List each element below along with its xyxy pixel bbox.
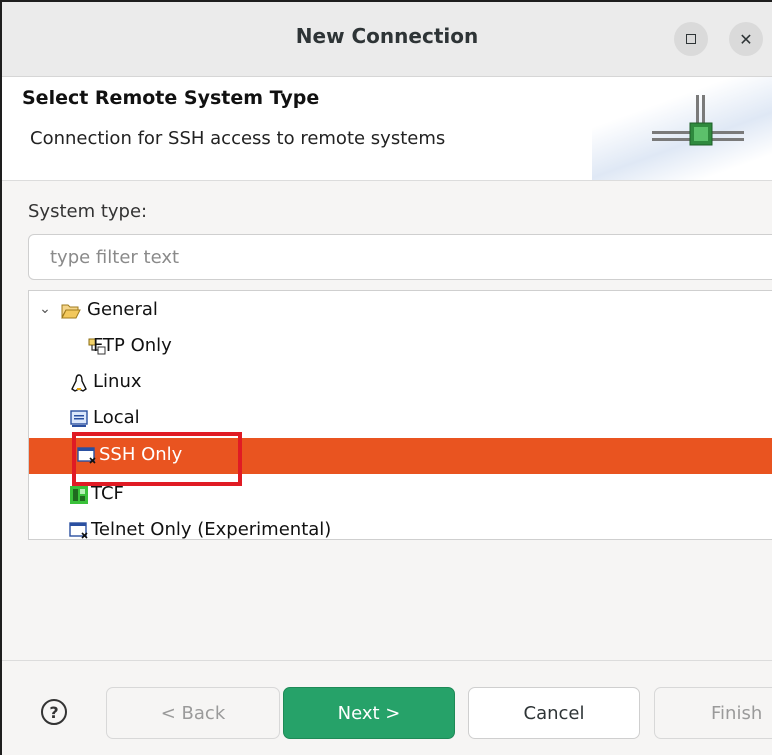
close-button[interactable]: ✕ <box>729 22 763 56</box>
tree-item-label: Local <box>93 407 140 428</box>
telnet-icon <box>69 522 88 539</box>
tree-item-label: SSH Only <box>99 444 183 465</box>
finish-button[interactable]: Finish <box>654 687 772 739</box>
tree-item-ftp-only[interactable]: FTP Only <box>29 329 772 365</box>
linux-icon <box>71 374 87 392</box>
cancel-button[interactable]: Cancel <box>468 687 640 739</box>
system-type-label: System type: <box>28 201 148 222</box>
chevron-down-icon[interactable]: ⌄ <box>37 301 53 317</box>
new-connection-dialog: New Connection ✕ Select Remote System Ty… <box>0 0 772 755</box>
back-button[interactable]: < Back <box>106 687 280 739</box>
folder-open-icon <box>61 304 81 319</box>
window-title: New Connection <box>295 24 479 48</box>
ssh-icon <box>77 447 96 464</box>
tcf-icon <box>70 486 88 504</box>
tree-item-label: Linux <box>93 371 142 392</box>
tree-item-telnet-only[interactable]: Telnet Only (Experimental) <box>29 513 772 540</box>
banner-description: Connection for SSH access to remote syst… <box>30 128 446 149</box>
system-type-tree[interactable]: ⌄ General FTP Only Linux Local SSH Only … <box>28 290 772 540</box>
wizard-banner: Select Remote System Type Connection for… <box>2 77 772 181</box>
maximize-icon <box>686 34 696 44</box>
tree-group-label: General <box>87 299 158 320</box>
tree-item-label: FTP Only <box>93 335 172 356</box>
tree-item-tcf[interactable]: TCF <box>29 477 772 513</box>
tree-item-label: Telnet Only (Experimental) <box>91 519 332 540</box>
next-button[interactable]: Next > <box>283 687 455 739</box>
tree-item-linux[interactable]: Linux <box>29 365 772 401</box>
footer-divider <box>2 660 772 661</box>
title-bar: New Connection ✕ <box>2 2 772 77</box>
connection-network-icon <box>652 95 744 146</box>
tree-item-local[interactable]: Local <box>29 401 772 437</box>
local-icon <box>70 410 88 427</box>
tree-item-label: TCF <box>91 483 124 504</box>
filter-input[interactable] <box>28 234 772 280</box>
tree-group-general[interactable]: ⌄ General <box>29 293 772 329</box>
banner-title: Select Remote System Type <box>22 87 320 109</box>
maximize-button[interactable] <box>674 22 708 56</box>
close-icon: ✕ <box>739 29 753 49</box>
help-button[interactable]: ? <box>41 699 67 725</box>
tree-item-ssh-only[interactable]: SSH Only <box>29 438 772 474</box>
help-icon: ? <box>49 702 59 722</box>
